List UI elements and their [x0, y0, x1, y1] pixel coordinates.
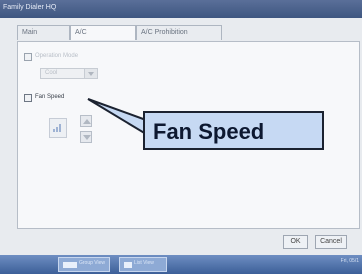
clock: Fri, 05/1 [340, 258, 359, 264]
ok-button[interactable]: OK [283, 235, 308, 249]
fan-speed-up-button[interactable] [80, 115, 92, 127]
taskbar: Group View List View Fri, 05/1 [0, 255, 362, 274]
tab-ac-prohibition[interactable]: A/C Prohibition [136, 25, 222, 40]
tab-ac[interactable]: A/C [70, 25, 136, 40]
cancel-button[interactable]: Cancel [315, 235, 347, 249]
fan-speed-down-button[interactable] [80, 131, 92, 143]
fan-speed-indicator-icon [49, 118, 67, 138]
operation-mode-value: Cool [45, 70, 58, 76]
app-window: Family Dialer HQ Main A/C A/C Prohibitio… [0, 0, 362, 274]
fan-speed-callout: Fan Speed [143, 111, 324, 150]
tab-main[interactable]: Main [17, 25, 70, 40]
list-view-icon [124, 262, 132, 268]
window-title: Family Dialer HQ [3, 4, 57, 11]
fan-speed-label: Fan Speed [35, 94, 65, 100]
group-view-icon [63, 262, 77, 268]
group-view-button[interactable]: Group View [58, 257, 110, 272]
fan-speed-checkbox[interactable] [24, 94, 32, 102]
title-bar: Family Dialer HQ [0, 0, 362, 18]
list-view-label: List View [134, 260, 154, 266]
callout-text: Fan Speed [153, 119, 265, 144]
list-view-button[interactable]: List View [119, 257, 167, 272]
operation-mode-label: Operation Mode [35, 53, 79, 59]
group-view-label: Group View [79, 260, 106, 266]
chevron-down-icon [84, 69, 97, 78]
operation-mode-checkbox[interactable] [24, 53, 32, 61]
operation-mode-select[interactable]: Cool [40, 68, 98, 79]
